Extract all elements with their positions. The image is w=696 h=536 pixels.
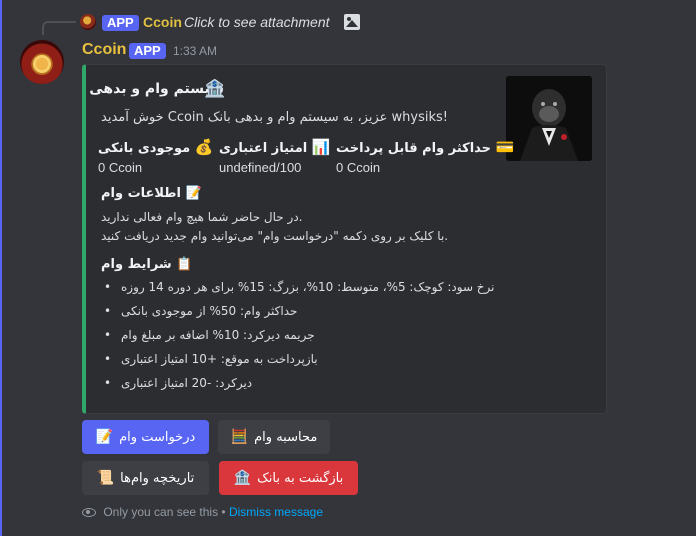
highlight-left-bar xyxy=(0,0,2,536)
coin-logo-icon xyxy=(33,55,51,73)
separator: • xyxy=(221,505,226,519)
reply-reference[interactable]: APP Ccoin Click to see attachment xyxy=(42,12,682,35)
reply-text[interactable]: Click to see attachment xyxy=(184,14,330,30)
image-icon xyxy=(344,14,360,30)
reply-connector xyxy=(42,21,76,35)
field-max-loan: حداکثر وام قابل پرداخت 💳 0 Ccoin xyxy=(336,137,514,175)
loan-terms-title-text: شرایط وام xyxy=(101,257,172,272)
request-loan-button[interactable]: 📝 درخواست وام xyxy=(82,420,209,454)
clipboard-icon: 📋 xyxy=(176,257,193,272)
back-to-bank-button[interactable]: 🏦 بازگشت به بانک xyxy=(219,461,358,495)
request-loan-label: درخواست وام xyxy=(119,429,196,445)
field-max-loan-name: حداکثر وام قابل پرداخت xyxy=(336,141,492,156)
message-header: Ccoin APP 1:33 AM xyxy=(82,41,482,61)
loan-calculator-button[interactable]: 🧮 محاسبه وام xyxy=(218,420,330,454)
gorilla-image-icon xyxy=(506,76,592,161)
loan-info-title-text: اطلاعات وام xyxy=(101,186,181,201)
field-credit-score: امتیاز اعتباری 📊 undefined/100 xyxy=(219,137,339,175)
loan-info-line-1: در حال حاضر شما هیچ وام فعالی ندارید. xyxy=(101,210,303,224)
loan-info-title: اطلاعات وام 📝 xyxy=(101,186,202,201)
embed-thumbnail[interactable] xyxy=(506,76,592,161)
field-bank-balance-name: موجودی بانکی xyxy=(98,141,191,156)
reply-app-badge: APP xyxy=(102,15,139,31)
author-name[interactable]: Ccoin xyxy=(82,41,126,59)
dismiss-message-link[interactable]: Dismiss message xyxy=(229,505,323,519)
ephemeral-notice: Only you can see this • Dismiss message xyxy=(82,505,323,519)
embed-description: خوش آمدید Ccoin عزیز، به سیستم وام و بده… xyxy=(101,110,448,125)
embed-card: سیستم وام و بدهی 🏦 خوش آمدید Ccoin عزیز،… xyxy=(82,64,607,414)
field-credit-score-value: undefined/100 xyxy=(219,160,302,175)
field-bank-balance: موجودی بانکی 💰 0 Ccoin xyxy=(98,137,218,175)
field-credit-score-name: امتیاز اعتباری xyxy=(219,141,308,156)
loan-info-line-2: با کلیک بر روی دکمه "درخواست وام" می‌توا… xyxy=(101,229,449,243)
credit-card-icon: 💳 xyxy=(495,138,515,156)
bank-icon: 🏦 xyxy=(233,470,252,486)
memo-icon: 📝 xyxy=(185,186,202,201)
timestamp[interactable]: 1:33 AM xyxy=(173,44,217,58)
back-to-bank-label: بازگشت به بانک xyxy=(257,470,344,486)
loan-terms-title: شرایط وام 📋 xyxy=(101,257,192,272)
scroll-icon: 📜 xyxy=(96,470,115,486)
loan-history-label: تاریخچه وام‌ها xyxy=(120,470,195,486)
field-bank-balance-value: 0 Ccoin xyxy=(98,160,143,175)
bar-chart-icon: 📊 xyxy=(311,138,331,156)
reply-avatar[interactable] xyxy=(80,14,96,30)
only-you-text: Only you can see this xyxy=(103,505,219,519)
money-bag-icon: 💰 xyxy=(194,138,214,156)
app-badge: APP xyxy=(129,43,166,59)
field-max-loan-value: 0 Ccoin xyxy=(336,160,381,175)
bank-icon: 🏦 xyxy=(204,79,226,99)
abacus-icon: 🧮 xyxy=(230,429,249,445)
loan-calculator-label: محاسبه وام xyxy=(254,429,318,445)
memo-icon: 📝 xyxy=(95,429,114,445)
eye-icon xyxy=(82,508,96,518)
loan-history-button[interactable]: 📜 تاریخچه وام‌ها xyxy=(82,461,209,495)
avatar[interactable] xyxy=(20,40,64,84)
reply-author-name[interactable]: Ccoin xyxy=(143,14,182,30)
